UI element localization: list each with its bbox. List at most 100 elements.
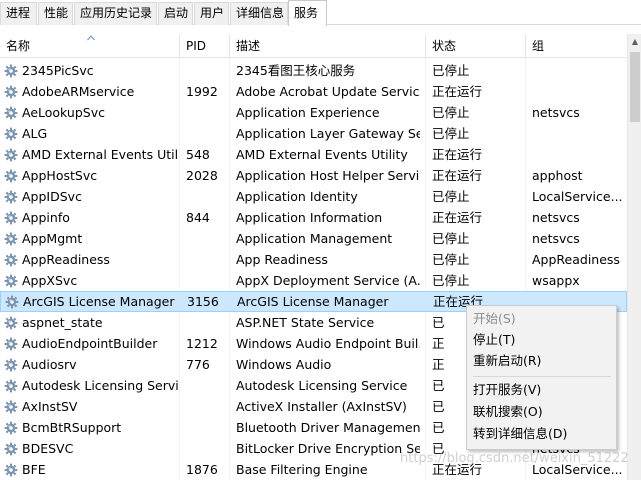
column-status-header[interactable]: 状态: [426, 34, 526, 58]
service-group: netsvcs: [532, 210, 580, 225]
service-description: Application Information: [236, 210, 383, 225]
column-pid-header[interactable]: PID: [180, 34, 230, 58]
service-name: Audiosrv: [22, 357, 77, 372]
tab-details[interactable]: 详细信息: [230, 2, 288, 25]
service-pid: [186, 312, 230, 333]
service-description: Application Experience: [236, 105, 380, 120]
service-status: 正在运行: [432, 147, 483, 162]
tab-bar: 进程 性能 应用历史记录 启动 用户 详细信息 服务: [0, 0, 641, 26]
column-description-header[interactable]: 描述: [230, 34, 426, 58]
service-description: Application Host Helper Servi...: [236, 168, 420, 183]
service-status: 已停止: [432, 105, 470, 120]
scroll-up-icon[interactable]: ▲: [628, 34, 641, 50]
column-header: 名称 PID 描述 状态 组: [0, 34, 627, 58]
service-name: BDESVC: [22, 441, 74, 456]
menu-item-start[interactable]: 开始(S): [473, 308, 611, 329]
service-description: Adobe Acrobat Update Service: [236, 84, 420, 99]
gear-icon: [4, 337, 18, 351]
gear-icon: [4, 232, 18, 246]
tab-services[interactable]: 服务: [288, 0, 327, 26]
service-pid: 1212: [186, 336, 218, 351]
service-row[interactable]: AMD External Events Util... 548 AMD Extern…: [0, 144, 627, 165]
service-row[interactable]: 2345PicSvc 2345看图王核心服务 已停止: [0, 60, 627, 81]
scrollbar-thumb[interactable]: [630, 52, 640, 122]
service-status: 正在运行: [432, 84, 483, 99]
service-pid: [186, 60, 230, 81]
menu-item-stop[interactable]: 停止(T): [473, 329, 611, 350]
service-description: Application Identity: [236, 189, 358, 204]
service-name: Appinfo: [22, 210, 70, 225]
gear-icon: [4, 148, 18, 162]
service-description: 2345看图王核心服务: [236, 63, 356, 78]
service-name: aspnet_state: [22, 315, 103, 330]
column-name-header[interactable]: 名称: [0, 34, 178, 58]
service-name: AppMgmt: [22, 231, 83, 246]
service-name: AppIDSvc: [22, 189, 82, 204]
service-name: BcmBtRSupport: [22, 420, 122, 435]
gear-icon: [4, 379, 18, 393]
service-name: Autodesk Licensing Servi...: [22, 378, 178, 393]
service-group: netsvcs: [532, 105, 580, 120]
service-description: Application Management: [236, 231, 393, 246]
service-status: 已停止: [432, 189, 470, 204]
service-description: Windows Audio Endpoint Buil...: [236, 336, 420, 351]
service-row[interactable]: AppHostSvc 2028 Application Host Helper Se…: [0, 165, 627, 186]
service-name: ALG: [22, 126, 48, 141]
service-description: AMD External Events Utility: [236, 147, 408, 162]
menu-item-restart[interactable]: 重新启动(R): [473, 350, 611, 371]
service-pid: [186, 249, 230, 270]
service-pid: 1876: [186, 462, 218, 477]
tab-startup[interactable]: 启动: [158, 2, 193, 25]
service-group: [532, 123, 624, 144]
watermark-text: https://blog.csdn.net/weixin_51222: [400, 451, 629, 466]
service-row[interactable]: AeLookupSvc Application Experience 已停止 nets…: [0, 102, 627, 123]
gear-icon: [4, 127, 18, 141]
gear-icon: [4, 64, 18, 78]
menu-item-search-online[interactable]: 联机搜索(O): [473, 401, 611, 422]
service-description: ArcGIS License Manager: [237, 294, 389, 309]
service-row[interactable]: AppXSvc AppX Deployment Service (A... 已停止 w…: [0, 270, 627, 291]
service-pid: 776: [186, 357, 210, 372]
service-description: Autodesk Licensing Service: [236, 378, 408, 393]
tab-app-history[interactable]: 应用历史记录: [74, 2, 157, 25]
service-name: AppHostSvc: [22, 168, 98, 183]
gear-icon: [4, 421, 18, 435]
service-row[interactable]: AdobeARMservice 1992 Adobe Acrobat Update …: [0, 81, 627, 102]
service-description: BitLocker Drive Encryption Se...: [236, 441, 420, 456]
service-pid: [186, 375, 230, 396]
service-row[interactable]: ALG Application Layer Gateway Se... 已停止: [0, 123, 627, 144]
service-pid: 844: [186, 210, 210, 225]
menu-separator: [473, 376, 611, 377]
service-status: 正在运行: [432, 168, 483, 183]
service-pid: [186, 438, 230, 459]
gear-icon: [4, 211, 18, 225]
service-row[interactable]: AppIDSvc Application Identity 已停止 LocalServ…: [0, 186, 627, 207]
menu-item-go-to-details[interactable]: 转到详细信息(D): [473, 423, 611, 444]
service-pid: [186, 270, 230, 291]
service-description: App Readiness: [236, 252, 328, 267]
menu-item-open-services[interactable]: 打开服务(V): [473, 379, 611, 400]
service-name: AppXSvc: [22, 273, 78, 288]
service-description: AppX Deployment Service (A...: [236, 273, 420, 288]
gear-icon: [4, 253, 18, 267]
column-group-header[interactable]: 组: [526, 34, 626, 58]
service-row[interactable]: AppReadiness App Readiness 已停止 AppReadiness: [0, 249, 627, 270]
gear-icon: [4, 274, 18, 288]
vertical-scrollbar[interactable]: ▲: [627, 34, 641, 480]
service-description: Windows Audio: [236, 357, 332, 372]
tab-users[interactable]: 用户: [194, 2, 229, 25]
context-menu: 开始(S) 停止(T) 重新启动(R) 打开服务(V) 联机搜索(O) 转到详细…: [466, 305, 617, 450]
service-description: Application Layer Gateway Se...: [236, 126, 420, 141]
gear-icon: [4, 85, 18, 99]
service-name: 2345PicSvc: [22, 63, 94, 78]
service-description: Bluetooth Driver Managemen...: [236, 420, 420, 435]
service-name: ArcGIS License Manager: [23, 294, 175, 309]
service-row[interactable]: Appinfo 844 Application Information 正在运行 net…: [0, 207, 627, 228]
service-row[interactable]: AppMgmt Application Management 已停止 netsvcs: [0, 228, 627, 249]
tab-processes[interactable]: 进程: [0, 2, 37, 25]
service-pid: [186, 123, 230, 144]
service-pid: [186, 396, 230, 417]
service-group: LocalService...: [532, 189, 623, 204]
tab-performance[interactable]: 性能: [38, 2, 73, 25]
service-group: [532, 60, 624, 81]
